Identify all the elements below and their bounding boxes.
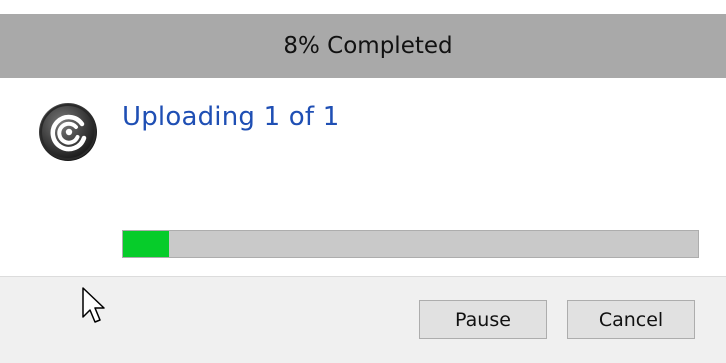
upload-progress-bar — [122, 230, 699, 258]
progress-fill — [123, 231, 169, 257]
app-spiral-icon — [38, 102, 98, 162]
dialog-footer: Pause Cancel — [0, 276, 726, 363]
mouse-pointer-icon — [82, 287, 106, 325]
dialog-content: Uploading 1 of 1 — [0, 78, 726, 276]
upload-progress-dialog: 8% Completed Uploading 1 of 1 Pause Canc… — [0, 0, 726, 363]
window-title: 8% Completed — [283, 33, 453, 59]
cancel-button[interactable]: Cancel — [567, 300, 695, 339]
upload-status-heading: Uploading 1 of 1 — [122, 102, 340, 132]
title-bar: 8% Completed — [0, 14, 726, 78]
pause-button[interactable]: Pause — [419, 300, 547, 339]
